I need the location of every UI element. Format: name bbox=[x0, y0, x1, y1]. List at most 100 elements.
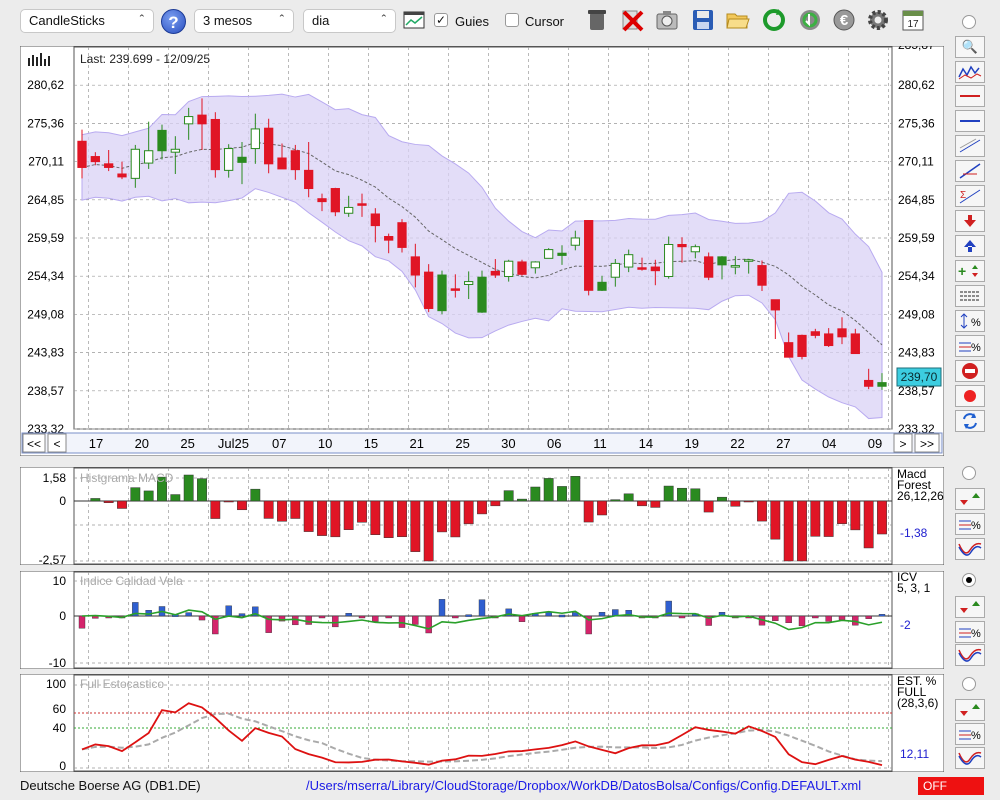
icv-panel[interactable]: Indice Calidad Vela 10 0 -10 ICV 5, 3, 1… bbox=[20, 571, 944, 669]
stoch-axis-40: 40 bbox=[53, 721, 67, 735]
macd-bar bbox=[637, 500, 647, 507]
candle-body bbox=[90, 156, 100, 163]
macd-arrows-icon[interactable] bbox=[955, 488, 985, 510]
candle-body bbox=[410, 256, 420, 276]
macd-bar bbox=[677, 487, 687, 502]
macd-percent-icon[interactable]: % bbox=[955, 513, 985, 535]
macd-bar bbox=[223, 500, 234, 503]
nav-first-button[interactable]: << bbox=[22, 433, 46, 453]
svg-text:239,70: 239,70 bbox=[901, 370, 938, 384]
icv-curve-icon[interactable] bbox=[955, 644, 985, 666]
candle-body bbox=[117, 173, 127, 178]
nav-prev-button[interactable]: < bbox=[47, 433, 67, 453]
help-icon[interactable]: ? bbox=[161, 9, 186, 34]
macd-bar bbox=[143, 490, 154, 502]
add-arrows-icon[interactable]: + bbox=[955, 260, 985, 282]
gear-icon[interactable] bbox=[864, 6, 892, 34]
candle-body bbox=[384, 236, 394, 241]
stoch-percent-icon[interactable]: % bbox=[955, 723, 985, 745]
candle bbox=[517, 259, 527, 276]
spreadsheet-icon[interactable] bbox=[400, 6, 428, 34]
delete-icon[interactable] bbox=[618, 6, 646, 34]
macd-bar bbox=[343, 500, 354, 530]
candle-body bbox=[130, 148, 140, 179]
candle-body bbox=[370, 213, 380, 227]
arrow-up-blue-icon[interactable] bbox=[955, 235, 985, 257]
stoch-arrows-icon[interactable] bbox=[955, 699, 985, 721]
icv-axis-zero: 0 bbox=[59, 609, 66, 623]
icv-arrows-icon[interactable] bbox=[955, 596, 985, 618]
horizontal-line-blue-icon[interactable] bbox=[955, 110, 985, 132]
panel-radio-main[interactable] bbox=[962, 15, 976, 29]
sigma-icon[interactable]: Σ bbox=[955, 185, 985, 207]
macd-bar bbox=[450, 500, 461, 538]
channel-icon[interactable] bbox=[955, 135, 985, 157]
panel-radio-macd[interactable] bbox=[962, 466, 976, 480]
macd-bar bbox=[823, 500, 834, 537]
trash-icon[interactable] bbox=[583, 6, 611, 34]
stoch-title: Full Estocastico bbox=[80, 677, 164, 691]
no-entry-icon[interactable] bbox=[955, 360, 985, 382]
date-label: 20 bbox=[135, 436, 149, 451]
price-chart[interactable]: 280,62 275,36 270,11 264,85 259,59 254,34 249,… bbox=[20, 46, 944, 456]
macd-bar bbox=[477, 500, 487, 515]
date-label: 07 bbox=[272, 436, 286, 451]
date-label: 17 bbox=[89, 436, 103, 451]
macd-bar bbox=[557, 486, 567, 502]
macd-bar bbox=[437, 500, 447, 533]
chart-type-select[interactable]: CandleSticks bbox=[20, 9, 154, 33]
icv-bar bbox=[518, 615, 526, 622]
stoch-curve-icon[interactable] bbox=[955, 747, 985, 769]
cursor-checkbox[interactable] bbox=[505, 13, 519, 27]
indicator-overlay-icon[interactable] bbox=[955, 61, 985, 83]
nav-next-button[interactable]: > bbox=[893, 433, 913, 453]
interval-select[interactable]: dia bbox=[303, 9, 396, 33]
candle-body bbox=[584, 220, 594, 291]
record-icon[interactable] bbox=[955, 385, 985, 407]
arrow-down-red-icon[interactable] bbox=[955, 210, 985, 232]
camera-icon[interactable] bbox=[653, 6, 681, 34]
macd-bar bbox=[810, 500, 821, 537]
percent-lines-icon[interactable]: % bbox=[955, 335, 985, 357]
macd-bar bbox=[90, 498, 101, 502]
candle-body bbox=[197, 114, 207, 125]
date-label: 27 bbox=[776, 436, 790, 451]
date-label: 04 bbox=[822, 436, 836, 451]
macd-bar bbox=[210, 500, 221, 519]
save-icon[interactable] bbox=[689, 6, 717, 34]
sync-icon[interactable] bbox=[955, 410, 985, 432]
price-axis-left-label: 264,85 bbox=[27, 193, 64, 207]
candle-body bbox=[757, 265, 767, 286]
candle-body bbox=[770, 299, 780, 311]
euro-icon[interactable]: € bbox=[830, 6, 858, 34]
icv-percent-icon[interactable]: % bbox=[955, 621, 985, 643]
macd-bar bbox=[397, 500, 407, 538]
folder-open-icon[interactable] bbox=[724, 6, 752, 34]
stochastic-panel[interactable]: Full Estocastico 100 60 40 0 EST. % FULL… bbox=[20, 674, 944, 772]
price-axis-left-label: 259,59 bbox=[27, 231, 64, 245]
macd-curve-icon[interactable] bbox=[955, 538, 985, 560]
config-path[interactable]: /Users/mserra/Library/CloudStorage/Dropb… bbox=[306, 778, 861, 793]
macd-bar bbox=[170, 494, 181, 502]
refresh-icon[interactable] bbox=[760, 6, 788, 34]
macd-panel[interactable]: Histgrama MACD 1,58 0 -2,57 Macd Forest … bbox=[20, 467, 944, 565]
icv-bar bbox=[598, 612, 606, 617]
zoom-icon[interactable]: 🔍 bbox=[955, 36, 985, 58]
period-select[interactable]: 3 mesos bbox=[194, 9, 294, 33]
macd-bar bbox=[610, 499, 621, 502]
trendline-icon[interactable] bbox=[955, 160, 985, 182]
mode-badge[interactable]: OFF bbox=[918, 777, 984, 795]
price-axis-left-label: 254,34 bbox=[27, 269, 64, 283]
download-refresh-icon[interactable] bbox=[796, 6, 824, 34]
nav-last-button[interactable]: >> bbox=[914, 433, 940, 453]
panel-radio-icv[interactable] bbox=[962, 573, 976, 587]
candle-body bbox=[784, 342, 794, 358]
horizontal-line-red-icon[interactable] bbox=[955, 85, 985, 107]
icv-bar bbox=[438, 599, 446, 617]
guides-checkbox[interactable]: ✓ bbox=[434, 13, 448, 27]
calendar-icon[interactable]: 17 bbox=[899, 6, 927, 34]
panel-radio-stoch[interactable] bbox=[962, 677, 976, 691]
percent-range-icon[interactable]: % bbox=[955, 310, 985, 332]
icv-bar bbox=[372, 615, 379, 622]
grid-lines-icon[interactable] bbox=[955, 285, 985, 307]
